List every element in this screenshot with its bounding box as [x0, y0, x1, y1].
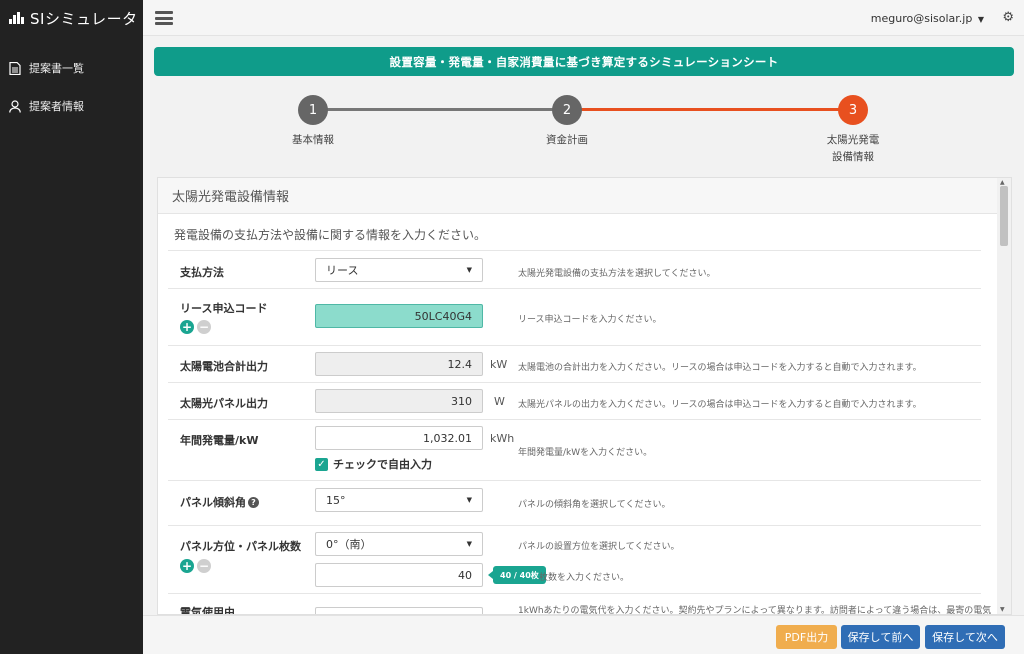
- step-label: 基本情報: [292, 134, 334, 146]
- field-label: パネル方位・パネル枚数: [180, 540, 301, 553]
- form-row-tilt: パネル傾斜角? 15° ▼ パネルの傾斜角を選択してください。: [168, 480, 981, 525]
- user-menu[interactable]: meguro@sisolar.jp ▼: [871, 12, 984, 25]
- sidebar-item-label: 提案書一覧: [29, 62, 84, 75]
- select-value: 15°: [326, 493, 346, 507]
- scrollbar-thumb[interactable]: [1000, 186, 1008, 246]
- main-content: 設置容量・発電量・自家消費量に基づき算定するシミュレーションシート 1 基本情報…: [143, 36, 1024, 654]
- checkmark-icon: ✓: [315, 457, 328, 471]
- plus-icon[interactable]: +: [180, 320, 194, 334]
- field-label: 太陽光パネル出力: [180, 397, 268, 410]
- form-row-lease-code: リース申込コード + − 50LC40G4 リース申込コードを入力ください。: [168, 288, 981, 345]
- step-label: 太陽光発電 設備情報: [826, 134, 880, 163]
- minus-icon[interactable]: −: [197, 559, 211, 573]
- field-hint: 太陽電池の合計出力を入力ください。リースの場合は申込コードを入力すると自動で入力…: [518, 363, 922, 373]
- save-prev-button[interactable]: 保存して前へ: [841, 625, 920, 649]
- minus-icon[interactable]: −: [197, 320, 211, 334]
- top-bar: meguro@sisolar.jp ▼ ⚙: [143, 0, 1024, 36]
- save-next-button[interactable]: 保存して次へ: [925, 625, 1005, 649]
- form-row-battery-output: 太陽電池合計出力 12.4 kW 太陽電池の合計出力を入力ください。リースの場合…: [168, 345, 981, 382]
- help-icon[interactable]: ?: [248, 497, 259, 508]
- form-row-payment: 支払方法 リース ▼ 太陽光発電設備の支払方法を選択してください。: [168, 250, 981, 288]
- tilt-label: パネル傾斜角?: [180, 494, 259, 510]
- panel-scrollbar[interactable]: ▲ ▼: [997, 178, 1011, 614]
- payment-method-select[interactable]: リース ▼: [315, 258, 483, 282]
- add-remove-controls: + −: [180, 320, 211, 334]
- field-hint: 1kWhあたりの電気代を入力ください。契約先やプランによって異なります。訪問者に…: [518, 606, 992, 615]
- step-1[interactable]: 1 基本情報: [243, 92, 383, 149]
- app-brand[interactable]: SIシミュレータ: [0, 0, 143, 36]
- form-row-electricity: 電気使用由 1kWhあたりの電気代を入力ください。契約先やプランによって異なりま…: [168, 593, 991, 615]
- select-value: 0°（南）: [326, 538, 372, 551]
- gear-icon[interactable]: ⚙: [1002, 10, 1014, 25]
- page-banner: 設置容量・発電量・自家消費量に基づき算定するシミュレーションシート: [154, 47, 1014, 76]
- pdf-export-button[interactable]: PDF出力: [776, 625, 837, 649]
- unit-label: W: [494, 395, 505, 408]
- panel-direction-select[interactable]: 0°（南） ▼: [315, 532, 483, 556]
- lease-code-input[interactable]: 50LC40G4: [315, 304, 483, 328]
- plus-icon[interactable]: +: [180, 559, 194, 573]
- panel-count-input[interactable]: 40: [315, 563, 483, 587]
- field-hint: 太陽光発電設備の支払方法を選択してください。: [518, 269, 716, 279]
- field-hint: パネルの傾斜角を選択してください。: [518, 500, 671, 510]
- solar-equipment-panel: 太陽光発電設備情報 発電設備の支払方法や設備に関する情報を入力ください。 支払方…: [157, 177, 1012, 615]
- caret-down-icon: ▼: [466, 266, 472, 274]
- step-label: 資金計画: [546, 134, 588, 146]
- field-hint: リース申込コードを入力ください。: [518, 315, 662, 325]
- step-number: 2: [552, 95, 582, 125]
- logo-icon: [9, 12, 24, 24]
- tilt-angle-select[interactable]: 15° ▼: [315, 488, 483, 512]
- field-label: 年間発電量/kW: [180, 434, 259, 447]
- panel-count-badge: 40 / 40枚: [488, 566, 546, 584]
- field-label: リース申込コード: [180, 302, 268, 315]
- app-title: SIシミュレータ: [30, 9, 138, 28]
- form-row-panel-output: 太陽光パネル出力 310 W 太陽光パネルの出力を入力ください。リースの場合は申…: [168, 382, 981, 419]
- caret-down-icon: ▼: [466, 496, 472, 504]
- field-label: 太陽電池合計出力: [180, 360, 268, 373]
- form-row-annual-generation: 年間発電量/kW 1,032.01 kWh ✓ チェックで自由入力 年間発電量/…: [168, 419, 981, 480]
- field-label: パネル傾斜角: [180, 496, 246, 509]
- select-value: リース: [326, 264, 359, 277]
- step-number: 1: [298, 95, 328, 125]
- free-input-checkbox[interactable]: ✓ チェックで自由入力: [315, 456, 432, 472]
- progress-steps: 1 基本情報 2 資金計画 3 太陽光発電 設備情報: [143, 92, 1024, 163]
- step-2[interactable]: 2 資金計画: [497, 92, 637, 149]
- panel-title: 太陽光発電設備情報: [158, 178, 998, 214]
- hamburger-menu-icon[interactable]: [155, 11, 173, 25]
- sidebar-item-label: 提案者情報: [29, 100, 84, 113]
- footer-bar: PDF出力 保存して前へ 保存して次へ: [143, 615, 1024, 654]
- document-icon: [9, 61, 21, 75]
- checkbox-label: チェックで自由入力: [333, 458, 432, 471]
- field-hint: 太陽光パネルの出力を入力ください。リースの場合は申込コードを入力すると自動で入力…: [518, 400, 922, 410]
- chevron-down-icon: ▼: [977, 15, 984, 24]
- field-label: 支払方法: [180, 266, 224, 279]
- unit-label: kW: [490, 358, 508, 371]
- field-hint: パネルの設置方位を選択してください。: [518, 542, 680, 552]
- user-icon: [9, 99, 21, 113]
- add-remove-controls: + −: [180, 559, 211, 573]
- sidebar-item-proposals[interactable]: 提案書一覧: [0, 58, 143, 78]
- field-label: 電気使用由: [180, 606, 235, 615]
- battery-output-input: 12.4: [315, 352, 483, 376]
- field-hint: 年間発電量/kWを入力ください。: [518, 448, 653, 458]
- unit-label: kWh: [490, 432, 515, 445]
- panel-description: 発電設備の支払方法や設備に関する情報を入力ください。: [174, 228, 487, 242]
- scroll-down-icon[interactable]: ▼: [1000, 606, 1005, 613]
- scroll-up-icon[interactable]: ▲: [1000, 179, 1005, 186]
- sidebar: SIシミュレータ 提案書一覧 提案者情報: [0, 0, 143, 654]
- electricity-input[interactable]: [315, 607, 483, 614]
- user-email: meguro@sisolar.jp: [870, 12, 973, 25]
- panel-output-input: 310: [315, 389, 483, 413]
- form-row-direction-count: パネル方位・パネル枚数 + − 0°（南） ▼ 40 40 / 40枚 パネルの…: [168, 525, 981, 593]
- sidebar-item-proposer[interactable]: 提案者情報: [0, 96, 143, 116]
- annual-generation-input[interactable]: 1,032.01: [315, 426, 483, 450]
- caret-down-icon: ▼: [466, 540, 472, 548]
- field-hint: 枚数を入力ください。: [539, 573, 630, 583]
- step-number: 3: [838, 95, 868, 125]
- step-3[interactable]: 3 太陽光発電 設備情報: [783, 92, 923, 166]
